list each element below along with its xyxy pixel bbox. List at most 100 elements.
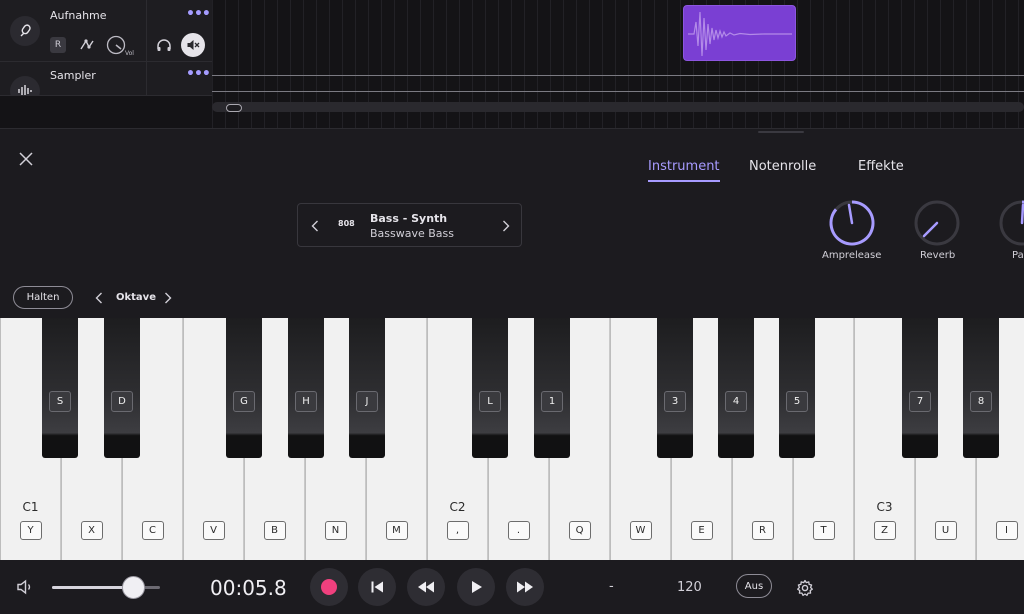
chevron-left-icon <box>311 220 318 232</box>
piano-black-key[interactable]: S <box>42 318 78 458</box>
close-button[interactable] <box>16 149 36 169</box>
piano-black-key[interactable]: 3 <box>657 318 693 458</box>
hold-button[interactable]: Halten <box>13 286 73 309</box>
partial-label: Pa <box>1012 250 1024 261</box>
tab-piano-roll[interactable]: Notenrolle <box>749 159 816 174</box>
rewind-icon <box>418 581 434 593</box>
piano-black-key[interactable]: G <box>226 318 262 458</box>
volume-knob-label: Vol <box>125 50 134 57</box>
key-shortcut-label: 5 <box>786 391 808 412</box>
track-sampler[interactable]: Sampler ••• <box>0 62 212 96</box>
lane-divider <box>212 75 1024 76</box>
key-shortcut-label: S <box>49 391 71 412</box>
preset-code: 808 <box>338 219 355 228</box>
piano-black-key[interactable]: J <box>349 318 385 458</box>
piano-keyboard: C1 Y X C V B N M C2 , . Q W E R T C3 Z U… <box>0 318 1024 560</box>
key-shortcut-label: X <box>80 521 103 540</box>
key-shortcut-label: Z <box>873 521 896 540</box>
key-shortcut-label: . <box>507 521 530 540</box>
piano-black-key[interactable]: 1 <box>534 318 570 458</box>
scrollbar-thumb[interactable] <box>226 104 242 112</box>
piano-black-key[interactable]: 7 <box>902 318 938 458</box>
key-shortcut-label: , <box>446 521 469 540</box>
piano-black-key[interactable]: H <box>288 318 324 458</box>
audio-clip[interactable] <box>683 5 796 61</box>
volume-knob[interactable] <box>105 34 127 56</box>
close-icon <box>19 152 33 166</box>
key-shortcut-label: N <box>324 521 347 540</box>
octave-label: Oktave <box>116 292 156 303</box>
headphones-icon[interactable] <box>156 37 172 53</box>
rewind-button[interactable] <box>407 568 445 606</box>
amprelease-label: Amprelease <box>822 250 882 261</box>
preset-prev-button[interactable] <box>307 216 323 236</box>
key-shortcut-label: T <box>812 521 835 540</box>
key-shortcut-label: V <box>202 521 225 540</box>
key-shortcut-label: M <box>385 521 408 540</box>
key-shortcut-label: R <box>751 521 774 540</box>
key-shortcut-label: H <box>295 391 317 412</box>
key-shortcut-label: 1 <box>541 391 563 412</box>
lane-divider <box>212 91 1024 92</box>
piano-black-key[interactable]: 8 <box>963 318 999 458</box>
track-menu-icon[interactable]: ••• <box>186 66 211 82</box>
octave-name: C3 <box>876 500 893 514</box>
metronome-toggle[interactable]: Aus <box>736 574 772 598</box>
track-area: Aufnahme ••• R Vol Sampler ••• <box>0 0 1024 128</box>
key-shortcut-label: Y <box>19 521 42 540</box>
tempo-display[interactable]: 120 <box>677 580 702 595</box>
octave-up-button[interactable] <box>161 289 175 307</box>
key-shortcut-label: 8 <box>970 391 992 412</box>
tab-effects[interactable]: Effekte <box>858 159 904 174</box>
chevron-right-icon <box>503 220 510 232</box>
play-icon <box>472 581 482 593</box>
timeline-scrollbar[interactable] <box>212 102 1024 112</box>
chevron-right-icon <box>165 292 172 304</box>
key-shortcut-label: 4 <box>725 391 747 412</box>
volume-fill <box>52 586 133 589</box>
chevron-left-icon <box>95 292 102 304</box>
partial-knob[interactable] <box>998 199 1024 247</box>
amprelease-knob[interactable] <box>828 199 876 247</box>
record-icon <box>321 579 337 595</box>
key-shortcut-label: L <box>479 391 501 412</box>
preset-name: Bass - Synth <box>370 212 448 225</box>
octave-down-button[interactable] <box>92 289 106 307</box>
microphone-icon <box>10 16 40 46</box>
piano-black-key[interactable]: L <box>472 318 508 458</box>
transport-bar: 00:05.8 - 120 Aus <box>0 560 1024 614</box>
key-shortcut-label: B <box>263 521 286 540</box>
waveform-icon <box>10 76 40 95</box>
skip-to-start-button[interactable] <box>358 568 396 606</box>
mute-icon[interactable] <box>181 33 205 57</box>
key-shortcut-label: E <box>690 521 713 540</box>
key-shortcut-label: U <box>934 521 957 540</box>
gear-icon[interactable] <box>796 579 814 597</box>
preset-selector: 808 Bass - Synth Basswave Bass <box>297 203 522 247</box>
automation-icon[interactable] <box>78 36 96 54</box>
piano-black-key[interactable]: 4 <box>718 318 754 458</box>
tab-instrument[interactable]: Instrument <box>648 159 720 182</box>
track-name: Sampler <box>50 69 96 82</box>
piano-black-key[interactable]: D <box>104 318 140 458</box>
reverb-knob[interactable] <box>913 199 961 247</box>
preset-next-button[interactable] <box>498 216 514 236</box>
arrangement-timeline[interactable] <box>212 0 1024 128</box>
volume-slider-thumb[interactable] <box>122 576 145 599</box>
skip-back-icon <box>371 581 383 593</box>
preset-variant: Basswave Bass <box>370 227 455 240</box>
track-menu-icon[interactable]: ••• <box>186 6 211 22</box>
speaker-icon[interactable] <box>16 578 36 596</box>
position-readout: - <box>609 579 614 594</box>
key-shortcut-label: Q <box>568 521 591 540</box>
record-arm-button[interactable]: R <box>50 37 66 53</box>
piano-black-key[interactable]: 5 <box>779 318 815 458</box>
play-button[interactable] <box>457 568 495 606</box>
record-button[interactable] <box>310 568 348 606</box>
track-recording[interactable]: Aufnahme ••• R Vol <box>0 0 212 62</box>
panel-resize-handle[interactable] <box>758 131 804 133</box>
fast-forward-button[interactable] <box>506 568 544 606</box>
key-shortcut-label: C <box>141 521 164 540</box>
key-shortcut-label: G <box>233 391 255 412</box>
reverb-label: Reverb <box>920 250 956 261</box>
